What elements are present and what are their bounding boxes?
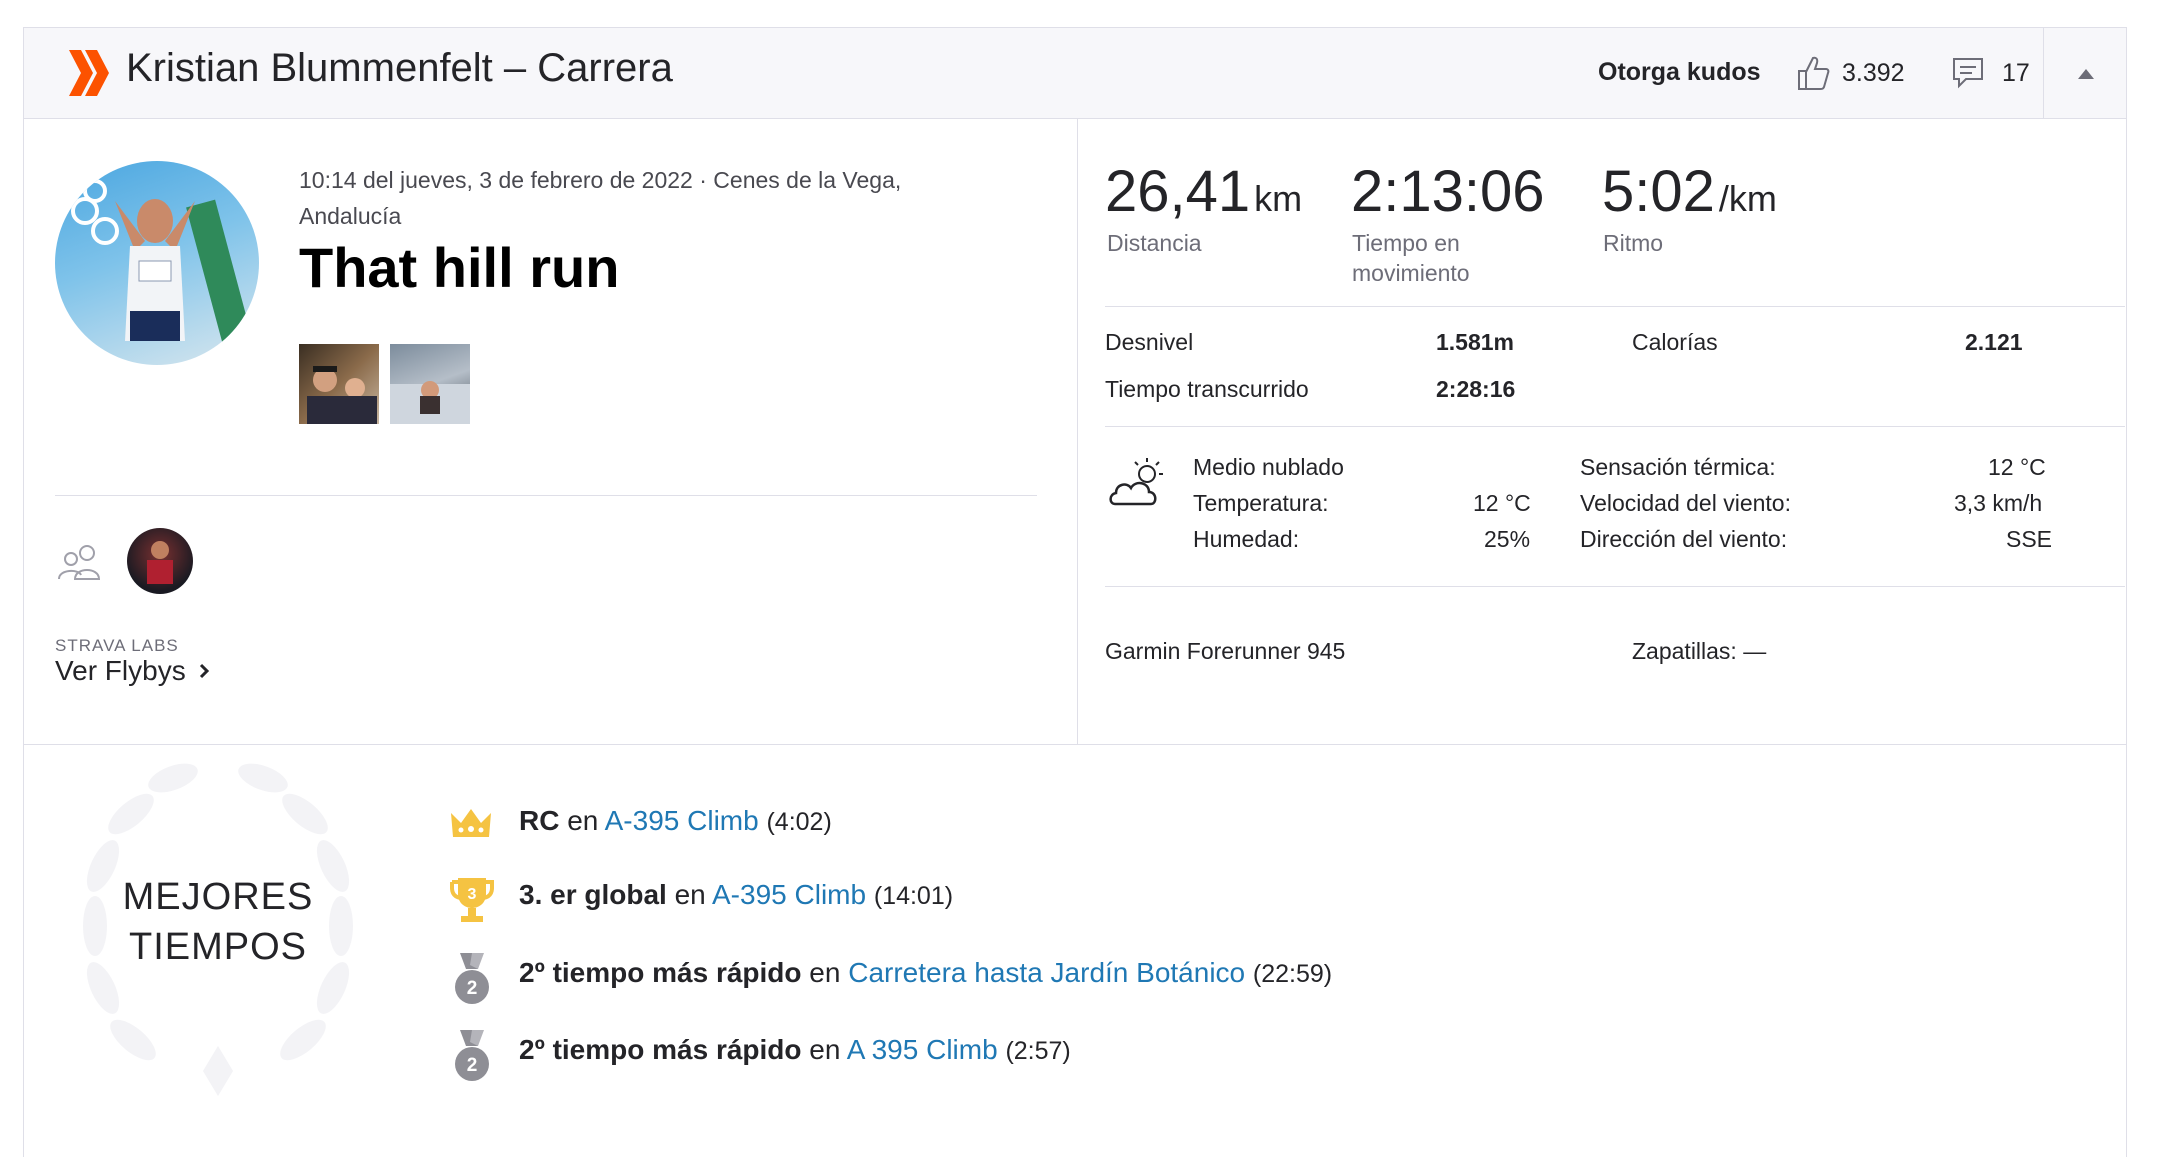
run-chevron-icon: [69, 50, 109, 96]
medal-rank: 2: [467, 1055, 478, 1076]
best-efforts-title-line1: MEJORES: [122, 876, 314, 918]
photo-thumbnail-1[interactable]: [299, 344, 379, 424]
weather-condition: Medio nublado: [1193, 454, 1344, 480]
achievement-connector: en: [674, 879, 706, 910]
segment-time: (4:02): [766, 808, 832, 836]
view-flybys-link[interactable]: Ver Flybys: [55, 655, 210, 687]
feels-like-value: 12 °C: [1988, 454, 2046, 480]
segment-time: (14:01): [873, 882, 954, 910]
medal-icon: 2: [455, 1030, 489, 1081]
photo-thumbnail-2[interactable]: [390, 344, 470, 424]
activity-name: That hill run: [299, 236, 620, 299]
athlete-photo: [71, 179, 254, 353]
segment-link[interactable]: A-395 Climb: [712, 879, 866, 910]
temperature-label: Temperatura:: [1193, 490, 1329, 516]
achievement-row-1: RC en A-395 Climb (4:02): [519, 805, 832, 837]
temperature-value: 12 °C: [1473, 490, 1531, 516]
activity-card: Kristian Blummenfelt – Carrera Otorga ku…: [23, 27, 2127, 1157]
wind-speed-label: Velocidad del viento:: [1580, 490, 1791, 516]
moving-time-label: Tiempo en movimiento: [1352, 230, 1470, 286]
medal-rank: 2: [467, 978, 478, 999]
caret-up-icon: [2078, 69, 2094, 79]
calories-label: Calorías: [1632, 329, 1718, 355]
achievement-row-3: 2º tiempo más rápido en Carretera hasta …: [519, 957, 1332, 989]
achievement-type: RC: [519, 805, 560, 836]
comment-icon[interactable]: [1952, 57, 1984, 89]
segment-link[interactable]: A-395 Climb: [605, 805, 759, 836]
activity-header: Kristian Blummenfelt – Carrera Otorga ku…: [24, 28, 2126, 119]
segment-time: (2:57): [1005, 1037, 1071, 1065]
strava-labs-label: STRAVA LABS: [55, 636, 179, 655]
group-member-avatar[interactable]: [127, 528, 193, 594]
achievement-row-2: 3. er global en A-395 Climb (14:01): [519, 879, 953, 911]
elevation-label: Desnivel: [1105, 329, 1194, 355]
calories-value: 2.121: [1965, 329, 2023, 355]
humidity-label: Humedad:: [1193, 526, 1300, 552]
distance-number: 26,41: [1105, 159, 1251, 224]
pace-unit: /km: [1718, 178, 1777, 219]
segment-time: (22:59): [1252, 960, 1333, 988]
photo-2: [390, 381, 470, 424]
collapse-button[interactable]: [2043, 28, 2126, 118]
group-icon[interactable]: [57, 543, 105, 581]
achievement-type: 3. er global: [519, 879, 667, 910]
chevron-right-icon: [199, 663, 209, 679]
trophy-rank: 3: [468, 886, 477, 903]
member-photo: [147, 541, 173, 584]
wind-speed-value: 3,3 km/h: [1954, 490, 2043, 516]
divider: [1105, 586, 2125, 587]
segment-link[interactable]: A 395 Climb: [847, 1034, 998, 1065]
kudos-count[interactable]: 3.392: [1842, 59, 1905, 88]
achievement-type: 2º tiempo más rápido: [519, 1034, 802, 1065]
best-efforts-title: MEJORES TIEMPOS: [98, 872, 338, 972]
elapsed-time-value: 2:28:16: [1436, 376, 1516, 402]
moving-time-value: 2:13:06: [1351, 159, 1545, 224]
pace-value: 5:02/km: [1602, 158, 1777, 225]
achievement-type: 2º tiempo más rápido: [519, 957, 802, 988]
partly-cloudy-icon: [1109, 458, 1163, 506]
activity-date-location: 10:14 del jueves, 3 de febrero de 2022 ·…: [299, 167, 902, 229]
column-divider: [1077, 119, 1078, 744]
page-title: Kristian Blummenfelt – Carrera: [126, 46, 673, 90]
photo-1: [307, 366, 377, 424]
distance-unit: km: [1254, 178, 1303, 219]
device-name: Garmin Forerunner 945: [1105, 638, 1346, 664]
achievement-row-4: 2º tiempo más rápido en A 395 Climb (2:5…: [519, 1034, 1071, 1066]
athlete-avatar[interactable]: [55, 161, 259, 365]
humidity-value: 25%: [1484, 526, 1531, 552]
trophy-icon: 3: [450, 878, 494, 922]
medal-icon: 2: [455, 953, 489, 1004]
shoes-label: Zapatillas: —: [1632, 638, 1767, 664]
divider: [55, 495, 1037, 496]
elapsed-time-label: Tiempo transcurrido: [1105, 376, 1309, 402]
section-divider: [24, 744, 2126, 745]
best-efforts-title-line2: TIEMPOS: [128, 926, 308, 968]
wind-direction-value: SSE: [2006, 526, 2053, 552]
divider: [1105, 306, 2125, 307]
crown-icon: [451, 809, 491, 837]
divider: [1105, 426, 2125, 427]
segment-link[interactable]: Carretera hasta Jardín Botánico: [848, 957, 1245, 988]
thumbs-up-icon[interactable]: [1796, 55, 1830, 91]
achievement-connector: en: [809, 957, 841, 988]
distance-value: 26,41 km: [1105, 158, 1302, 225]
wind-direction-label: Dirección del viento:: [1580, 526, 1788, 552]
achievement-connector: en: [809, 1034, 841, 1065]
give-kudos-button[interactable]: Otorga kudos: [1598, 58, 1761, 87]
feels-like-label: Sensación térmica:: [1580, 454, 1776, 480]
achievement-connector: en: [567, 805, 599, 836]
pace-number: 5:02: [1602, 159, 1715, 224]
elevation-value: 1.581m: [1436, 329, 1515, 355]
comments-count[interactable]: 17: [2002, 59, 2030, 88]
distance-label: Distancia: [1107, 230, 1202, 256]
view-flybys-label: Ver Flybys: [55, 655, 186, 686]
pace-label: Ritmo: [1603, 230, 1664, 256]
